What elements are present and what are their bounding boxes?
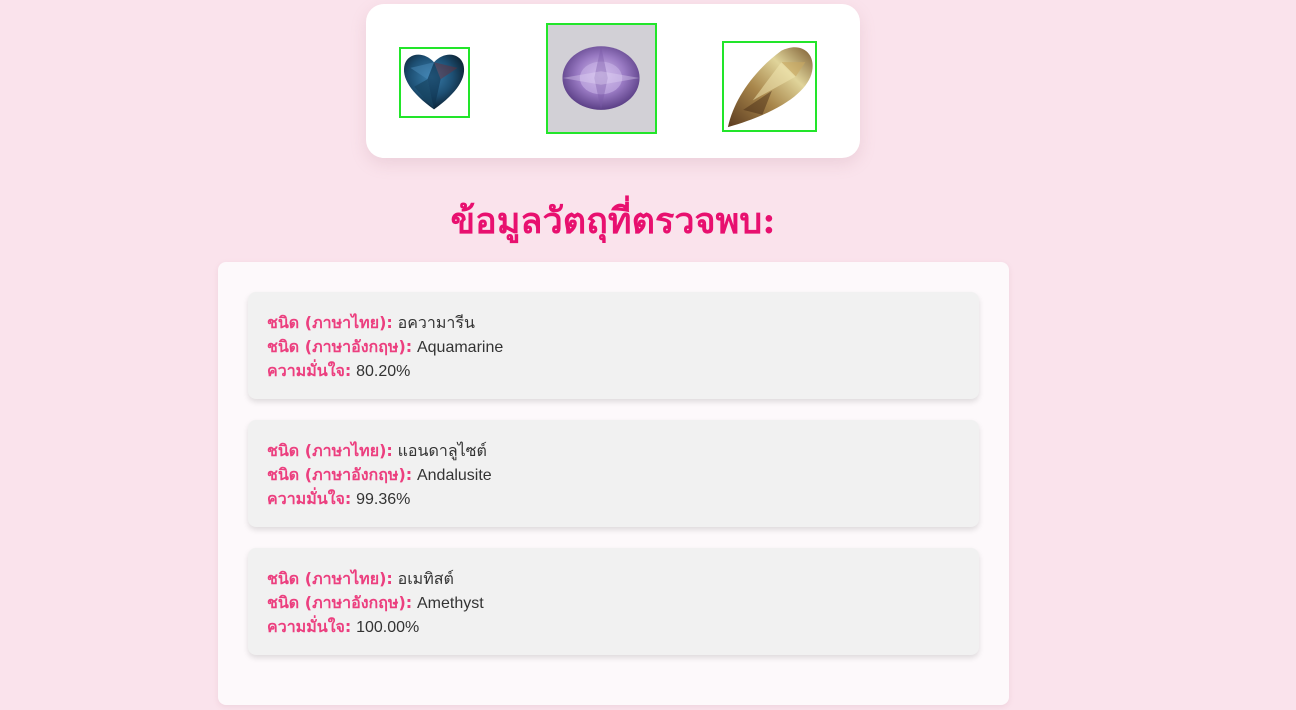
type-english-row: ชนิด (ภาษาอังกฤษ): Amethyst (267, 591, 979, 615)
confidence-label: ความมั่นใจ: (267, 489, 352, 508)
detection-box-1 (399, 47, 470, 118)
confidence-value: 100.00% (356, 619, 420, 636)
detection-box-2 (546, 23, 657, 134)
type-thai-value: อความารีน (397, 315, 475, 332)
type-english-value: Andalusite (416, 467, 492, 484)
type-thai-label: ชนิด (ภาษาไทย): (267, 441, 393, 460)
type-english-label: ชนิด (ภาษาอังกฤษ): (267, 465, 413, 484)
confidence-value: 99.36% (356, 491, 411, 508)
detection-box-3 (722, 41, 817, 132)
type-english-value: Amethyst (416, 595, 484, 612)
confidence-row: ความมั่นใจ: 99.36% (267, 487, 979, 511)
confidence-row: ความมั่นใจ: 80.20% (267, 359, 979, 383)
result-card: ชนิด (ภาษาไทย): แอนดาลูไซต์ ชนิด (ภาษาอั… (248, 420, 979, 527)
result-card: ชนิด (ภาษาไทย): อเมทิสต์ ชนิด (ภาษาอังกฤ… (248, 548, 979, 655)
results-panel: ชนิด (ภาษาไทย): อความารีน ชนิด (ภาษาอังก… (218, 262, 1009, 705)
detection-image-card (366, 4, 860, 158)
type-thai-row: ชนิด (ภาษาไทย): อเมทิสต์ (267, 567, 979, 591)
oval-gem-icon (548, 25, 655, 132)
type-thai-value: อเมทิสต์ (397, 571, 454, 588)
type-english-row: ชนิด (ภาษาอังกฤษ): Andalusite (267, 463, 979, 487)
type-english-row: ชนิด (ภาษาอังกฤษ): Aquamarine (267, 335, 979, 359)
type-english-label: ชนิด (ภาษาอังกฤษ): (267, 593, 413, 612)
type-thai-value: แอนดาลูไซต์ (397, 443, 487, 460)
type-thai-label: ชนิด (ภาษาไทย): (267, 313, 393, 332)
confidence-label: ความมั่นใจ: (267, 617, 352, 636)
type-english-value: Aquamarine (416, 339, 504, 356)
result-card: ชนิด (ภาษาไทย): อความารีน ชนิด (ภาษาอังก… (248, 292, 979, 399)
heart-gem-icon (401, 49, 468, 116)
type-thai-row: ชนิด (ภาษาไทย): อความารีน (267, 311, 979, 335)
confidence-value: 80.20% (356, 363, 411, 380)
pear-gem-icon (724, 43, 815, 130)
type-thai-row: ชนิด (ภาษาไทย): แอนดาลูไซต์ (267, 439, 979, 463)
confidence-row: ความมั่นใจ: 100.00% (267, 615, 979, 639)
confidence-label: ความมั่นใจ: (267, 361, 352, 380)
type-thai-label: ชนิด (ภาษาไทย): (267, 569, 393, 588)
page-title: ข้อมูลวัตถุที่ตรวจพบ: (450, 200, 776, 242)
type-english-label: ชนิด (ภาษาอังกฤษ): (267, 337, 413, 356)
